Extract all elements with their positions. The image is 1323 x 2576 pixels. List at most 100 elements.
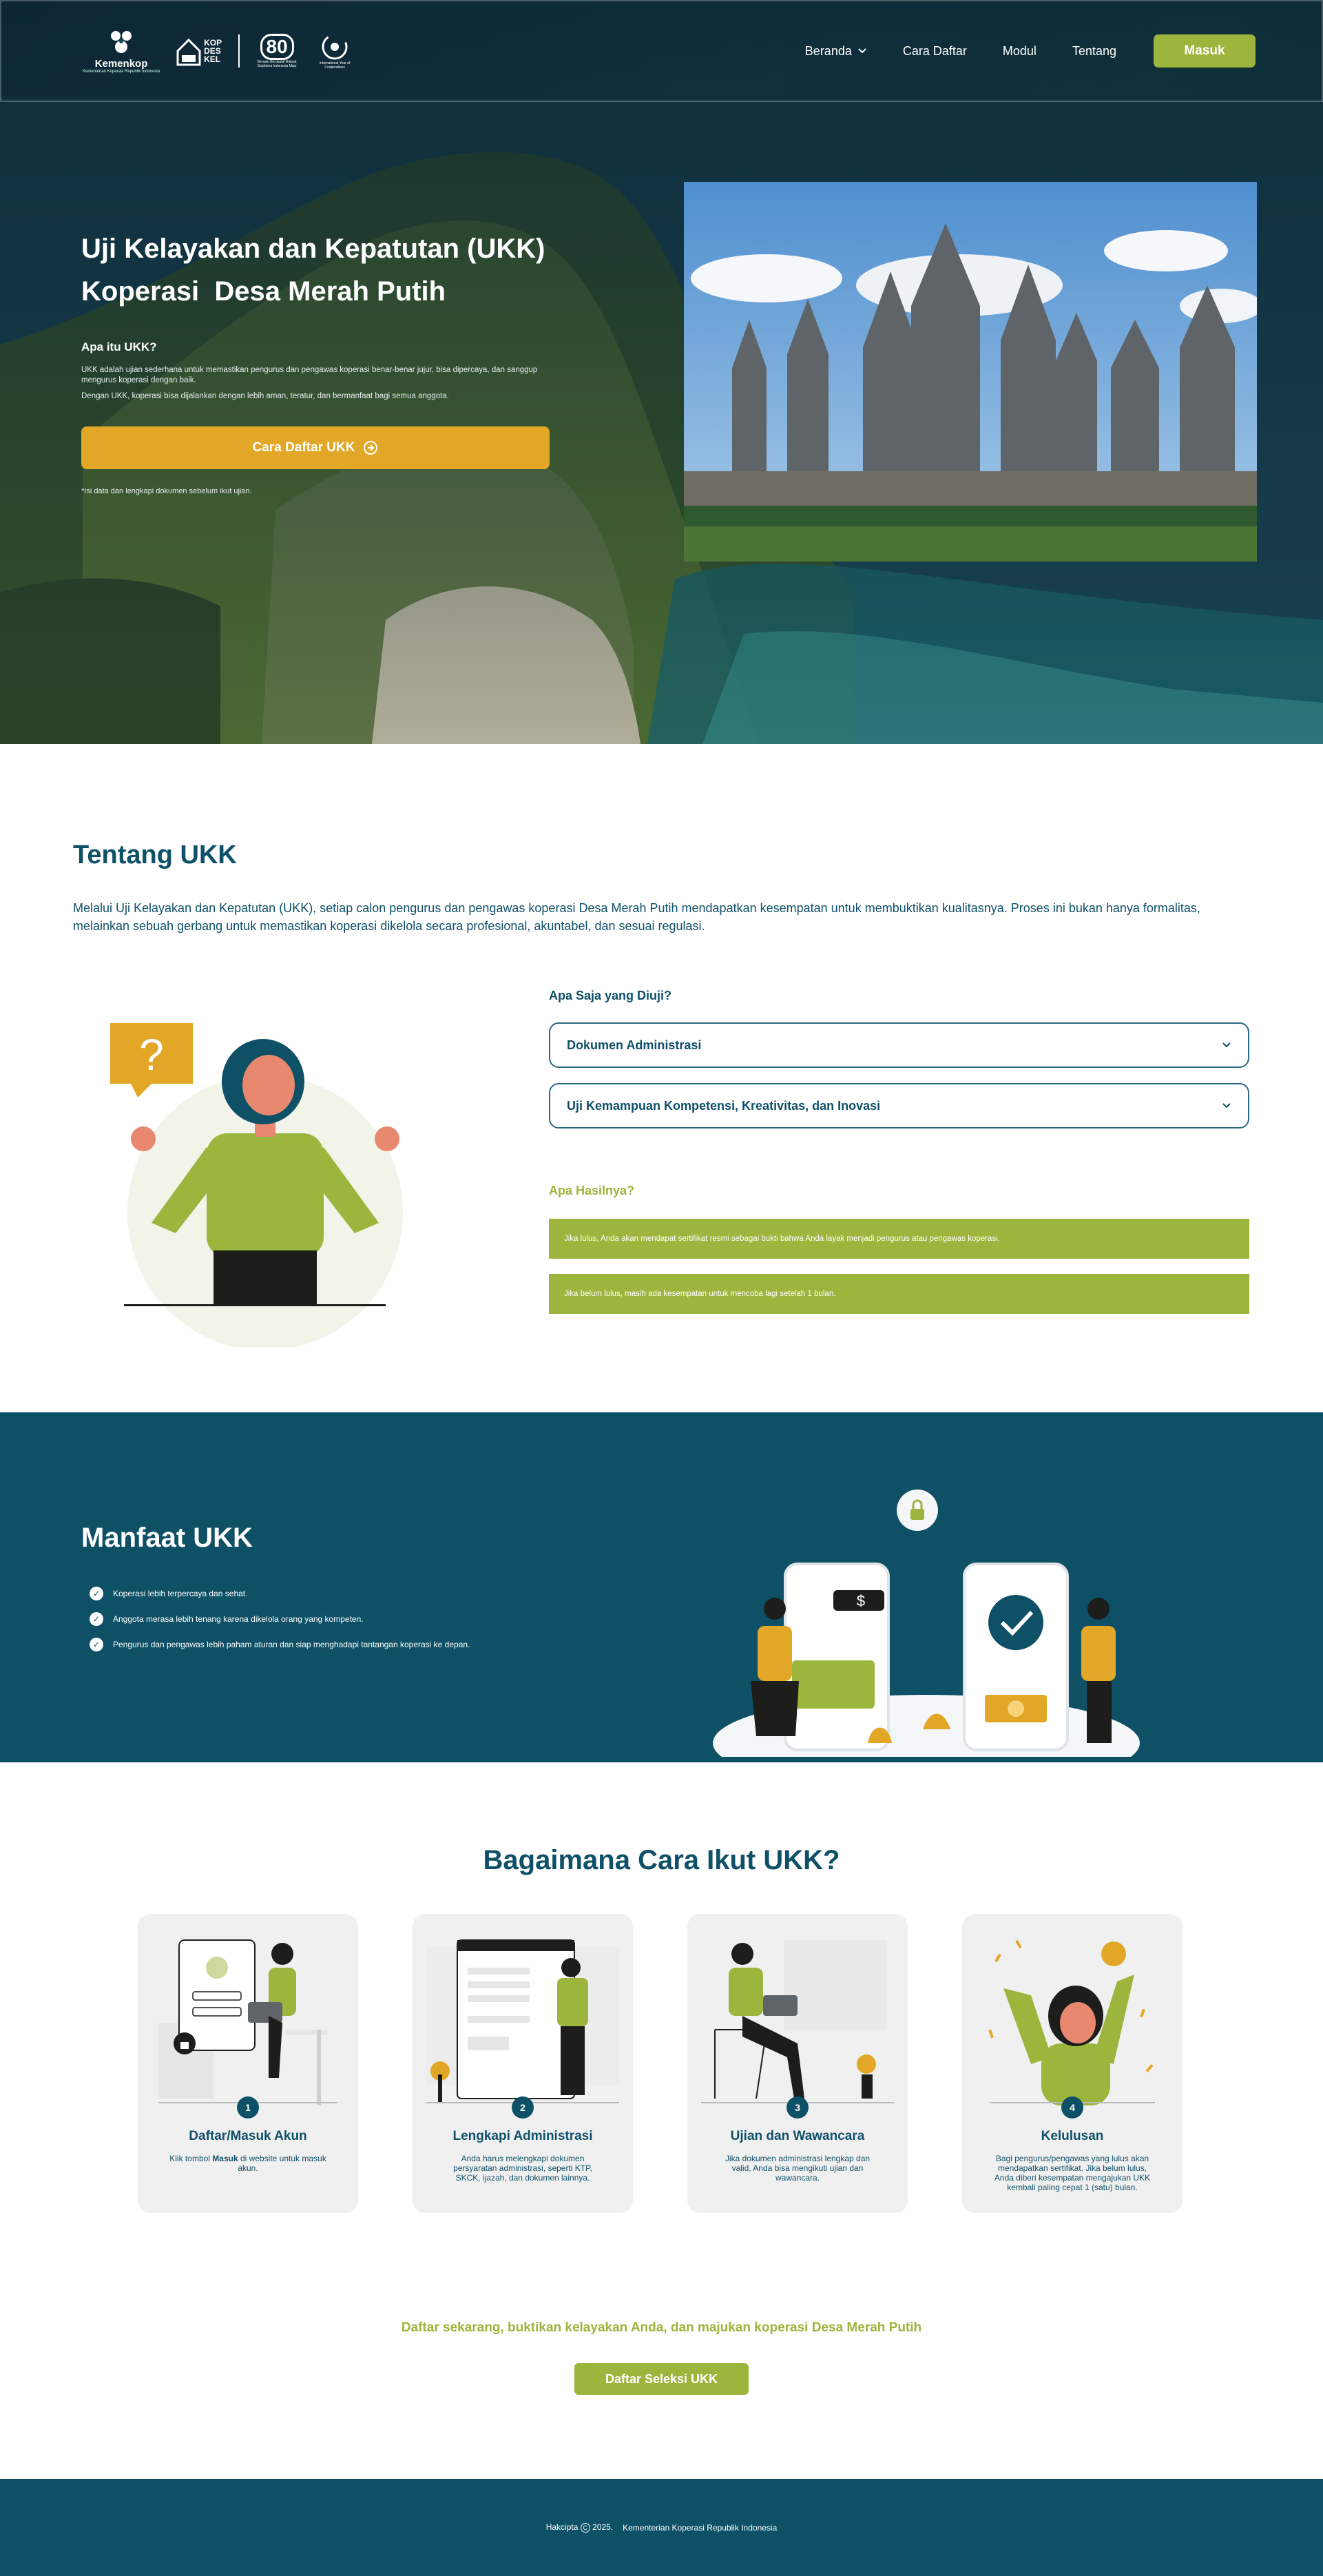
login-button[interactable]: Masuk [1154,34,1256,68]
step-card-1: 1 Daftar/Masuk Akun Klik tombol Masuk di… [138,1914,358,2213]
accordion-label: Dokumen Administrasi [567,1038,702,1052]
check-icon: ✓ [90,1587,103,1600]
iyc-emblem-icon [322,34,348,60]
logo-divider [238,34,240,68]
ri80-logo: 80 Bersatu Berdaulat Rakyat Sejahtera In… [256,34,298,68]
administration-illustration [426,1939,619,2103]
step-number-badge: 4 [1061,2096,1083,2119]
nav-tentang[interactable]: Tentang [1072,44,1116,59]
hero-title: Uji Kelayakan dan Kepatutan (UKK) Kopera… [81,227,550,313]
hero-note: *Isi data dan lengkapi dokumen sebelum i… [81,487,252,495]
tentang-right-column: Apa Saja yang Diuji? Dokumen Administras… [549,989,1249,1314]
cara-ikut-section: Bagaimana Cara Ikut UKK? 1 Daftar/Masuk … [0,1762,1323,2479]
chevron-down-icon [1222,1042,1231,1048]
step-card-4: 4 Kelulusan Bagi pengurus/pengawas yang … [962,1914,1183,2213]
step-description: Jika dokumen administrasi lengkap dan va… [725,2154,871,2183]
step-description: Klik tombol Masuk di website untuk masuk… [165,2154,331,2173]
hero-question: Apa itu UKK? [81,340,157,353]
manfaat-list: ✓ Koperasi lebih terpercaya dan sehat. ✓… [90,1587,470,1663]
exam-illustration [701,1940,894,2103]
check-icon: ✓ [90,1612,103,1626]
ri80-logo-number: 80 [260,34,294,60]
manfaat-item-text: Pengurus dan pengawas lebih paham aturan… [113,1640,470,1649]
step-title: Lengkapi Administrasi [452,2129,593,2143]
iyc-logo: International Year of Cooperatives [314,32,355,70]
tentang-title: Tentang UKK [73,841,237,869]
cara-daftar-button-label: Cara Daftar UKK [252,440,355,455]
chevron-down-icon [1222,1103,1231,1109]
tentang-section: Tentang UKK Melalui Uji Kelayakan dan Ke… [0,744,1323,1412]
nav-beranda[interactable]: Beranda [805,44,867,59]
footer-year: 2025. [592,2522,614,2532]
step-title: Daftar/Masuk Akun [189,2129,307,2143]
confused-woman-illustration: ? [110,1023,403,1347]
kopdeskel-line-3: KEL [204,54,221,64]
hero-content: Uji Kelayakan dan Kepatutan (UKK) Kopera… [81,227,550,495]
hero-paragraph-2: Dengan UKK, koperasi bisa dijalankan den… [81,392,449,400]
chevron-down-icon [858,48,866,54]
step-card-2: 2 Lengkapi Administrasi Anda harus melen… [413,1914,633,2213]
hero-section: Kemenkop Kementerian Koperasi Republik I… [0,0,1323,744]
arrow-right-circle-icon [364,441,378,455]
cara-ikut-title: Bagaimana Cara Ikut UKK? [483,1845,840,1875]
step-title: Kelulusan [1041,2129,1104,2143]
footer-owner: Kementerian Koperasi Republik Indonesia [623,2522,778,2533]
manfaat-item-text: Koperasi lebih terpercaya dan sehat. [113,1589,248,1598]
temple-image [684,182,1257,561]
house-icon [176,38,201,66]
nav-beranda-label: Beranda [804,43,852,58]
kemenkop-logo-subtext: Kementerian Koperasi Republik Indonesia [83,69,160,74]
hero-paragraph-1: UKK adalah ujian sederhana untuk memasti… [81,366,538,384]
step-description-suffix: di website untuk masuk akun. [238,2154,326,2173]
hero-title-line-2: Koperasi Desa Merah Putih [81,276,446,307]
check-icon: ✓ [90,1638,103,1651]
nav-cara-daftar[interactable]: Cara Daftar [903,44,967,59]
navbar: Kemenkop Kementerian Koperasi Republik I… [0,0,1323,102]
svg-text:$: $ [857,1592,865,1609]
login-illustration [158,1939,337,2105]
hero-temple-photo [684,182,1257,561]
diuji-heading: Apa Saja yang Diuji? [549,989,672,1002]
kemenkop-logo-text: Kemenkop [94,57,148,70]
manfaat-item: ✓ Koperasi lebih terpercaya dan sehat. [90,1587,470,1600]
footer-copyright-label: Hakcipta C 2025. [546,2522,613,2533]
mobile-payment-illustration: $ [713,1490,1140,1757]
manfaat-title: Manfaat UKK [81,1523,253,1553]
kemenkop-logo[interactable]: Kemenkop Kementerian Koperasi Republik I… [83,29,160,74]
copyright-icon: C [580,2523,590,2533]
iyc-logo-subtext: International Year of Cooperatives [319,61,351,70]
footer-prefix: Hakcipta [545,2522,579,2532]
manfaat-section: Manfaat UKK ✓ Koperasi lebih terpercaya … [0,1412,1323,1762]
kopdeskel-logo: KOP DES KEL [176,36,222,66]
accordion-label: Uji Kemampuan Kompetensi, Kreativitas, d… [567,1098,881,1113]
logo-group: Kemenkop Kementerian Koperasi Republik I… [83,29,355,74]
step-description-bold: Masuk [212,2154,238,2163]
graduation-illustration [988,1939,1155,2105]
tentang-description: Melalui Uji Kelayakan dan Kepatutan (UKK… [73,901,1200,933]
nav-modul[interactable]: Modul [1003,44,1036,59]
nav-menu: Beranda Cara Daftar Modul Tentang Masuk [805,34,1256,68]
hero-title-line-1: Uji Kelayakan dan Kepatutan (UKK) [81,234,545,264]
manfaat-item: ✓ Anggota merasa lebih tenang karena dik… [90,1612,470,1626]
step-description: Bagi pengurus/pengawas yang lulus akan m… [994,2154,1151,2192]
question-mark-icon: ? [139,1030,164,1080]
step-number-badge: 2 [512,2096,534,2119]
daftar-seleksi-button[interactable]: Daftar Seleksi UKK [574,2363,749,2395]
footer: Hakcipta C 2025. Kementerian Koperasi Re… [0,2479,1323,2576]
step-description: Anda harus melengkapi dokumen persyarata… [453,2154,592,2183]
step-description-prefix: Klik tombol [169,2154,213,2163]
manfaat-item: ✓ Pengurus dan pengawas lebih paham atur… [90,1638,470,1651]
ri80-logo-subtext: Bersatu Berdaulat Rakyat Sejahtera Indon… [257,60,297,68]
step-title: Ujian dan Wawancara [730,2129,865,2143]
cara-daftar-button[interactable]: Cara Daftar UKK [81,426,550,469]
cta-text: Daftar sekarang, buktikan kelayakan Anda… [401,2320,922,2335]
manfaat-item-text: Anggota merasa lebih tenang karena dikel… [113,1614,364,1624]
step-number-badge: 3 [786,2096,809,2119]
hasil-lulus: Jika lulus, Anda akan mendapat sertifika… [549,1219,1249,1259]
step-number-badge: 1 [237,2096,259,2119]
kemenkop-emblem-icon [111,30,132,53]
accordion-uji-kemampuan[interactable]: Uji Kemampuan Kompetensi, Kreativitas, d… [549,1083,1249,1129]
accordion-dokumen-administrasi[interactable]: Dokumen Administrasi [549,1022,1249,1068]
hasil-belum-lulus: Jika belum lulus, masih ada kesempatan u… [549,1274,1249,1314]
step-card-3: 3 Ujian dan Wawancara Jika dokumen admin… [687,1914,908,2213]
